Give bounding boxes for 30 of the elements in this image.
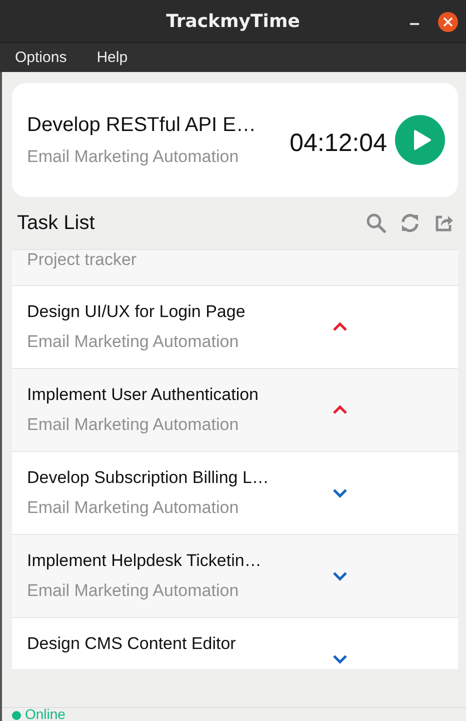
chevron-up-icon[interactable]: [332, 405, 348, 415]
project-name: Project tracker: [27, 250, 138, 270]
task-title: Design UI/UX for Login Page: [27, 302, 246, 322]
task-title: Design CMS Content Editor: [27, 634, 237, 654]
play-button[interactable]: [395, 115, 445, 165]
task-title: Develop RESTful API E…: [27, 114, 257, 136]
refresh-icon[interactable]: [400, 213, 420, 233]
chevron-down-icon[interactable]: [332, 654, 348, 664]
menu-item[interactable]: Options: [15, 49, 67, 66]
chevron-up-icon[interactable]: [332, 322, 348, 332]
status-text: Online: [25, 708, 66, 721]
project-name: Email Marketing Automation: [27, 498, 240, 518]
share-icon[interactable]: [434, 213, 454, 233]
menu-item[interactable]: Help: [96, 49, 128, 66]
timer: 04:12:04: [290, 128, 387, 158]
task-title: Develop Subscription Billing L…: [27, 468, 270, 488]
project-name: Email Marketing Automation: [27, 581, 240, 601]
chevron-down-icon[interactable]: [332, 571, 348, 581]
search-icon[interactable]: [366, 213, 386, 233]
project-name: Email Marketing Automation: [27, 415, 240, 435]
project-name: Email Marketing Automation: [27, 332, 240, 352]
close-icon[interactable]: [443, 17, 453, 27]
play-icon[interactable]: [412, 129, 432, 151]
close-button[interactable]: [438, 12, 458, 32]
chevron-down-icon[interactable]: [332, 488, 348, 498]
task-title: Implement User Authentication: [27, 385, 260, 405]
window-title: TrackmyTime: [166, 10, 300, 32]
task-list-title: Task List: [17, 212, 96, 234]
task-title: Implement Helpdesk Ticketin…: [27, 551, 262, 571]
project-name: Email Marketing Automation: [27, 146, 240, 166]
